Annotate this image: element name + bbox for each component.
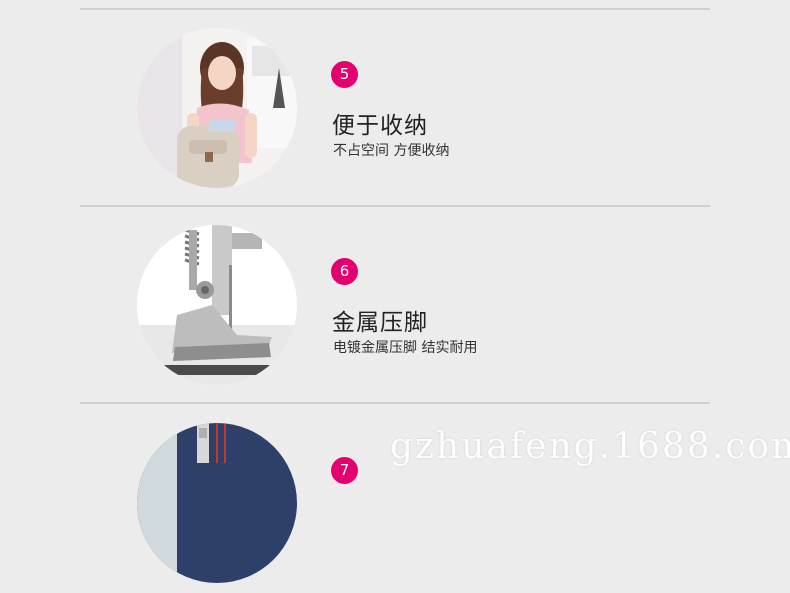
- feature-photo-storage: [137, 28, 297, 188]
- feature-title: 便于收纳: [332, 113, 428, 139]
- feature-number-badge: 6: [331, 258, 358, 285]
- feature-subtitle: 电镀金属压脚 结实耐用: [333, 340, 478, 356]
- feature-number-badge: 5: [331, 61, 358, 88]
- feature-photo-presser-foot: [137, 225, 297, 385]
- watermark-text: gzhuafeng.1688.com: [390, 426, 790, 467]
- feature-photo-denim: [137, 423, 297, 583]
- feature-title: 金属压脚: [332, 310, 428, 336]
- section-divider: [80, 402, 710, 404]
- feature-item: 5 便于收纳 不占空间 方便收纳: [0, 28, 790, 198]
- section-divider: [80, 205, 710, 207]
- feature-number-badge: 7: [331, 457, 358, 484]
- feature-subtitle: 不占空间 方便收纳: [333, 143, 450, 159]
- section-divider: [80, 8, 710, 10]
- feature-item: 6 金属压脚 电镀金属压脚 结实耐用: [0, 225, 790, 395]
